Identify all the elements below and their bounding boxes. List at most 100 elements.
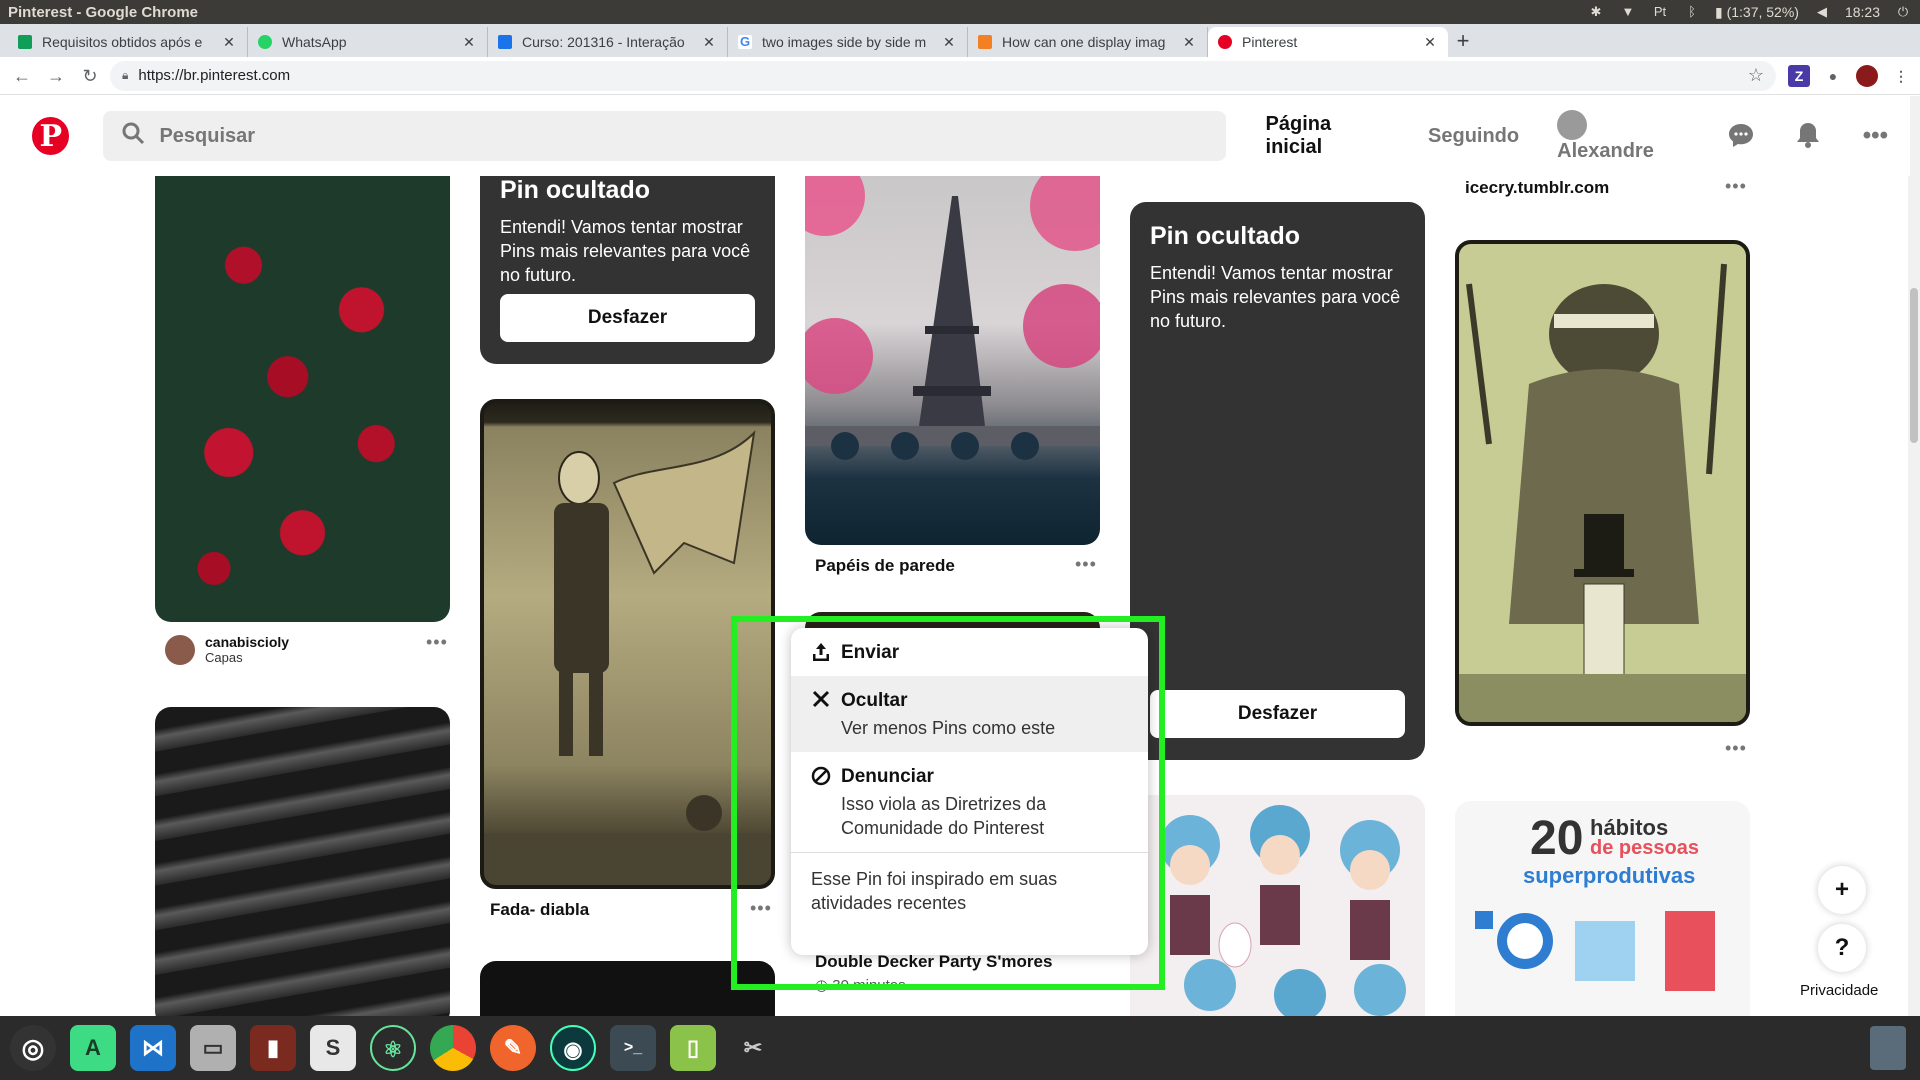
tab-label: Requisitos obtidos após e: [42, 34, 203, 50]
new-tab-button[interactable]: +: [1448, 27, 1478, 57]
settings-icon[interactable]: ✱: [1587, 5, 1605, 19]
close-icon[interactable]: ✕: [1181, 34, 1197, 51]
close-icon[interactable]: ✕: [941, 34, 957, 51]
chrome-icon[interactable]: [430, 1025, 476, 1071]
clock[interactable]: 18:23: [1845, 4, 1880, 20]
pinterest-logo-icon[interactable]: P: [32, 117, 70, 155]
tab-requisitos[interactable]: Requisitos obtidos após e ✕: [8, 27, 248, 57]
address-bar[interactable]: 🔒︎ https://br.pinterest.com ☆: [110, 60, 1776, 91]
nav-following-link[interactable]: Seguindo: [1428, 125, 1519, 148]
gimp-icon[interactable]: ✂: [730, 1025, 776, 1071]
forward-icon[interactable]: →: [42, 62, 70, 90]
undo-button[interactable]: Desfazer: [500, 294, 755, 342]
ubuntu-launcher-icon[interactable]: ◎: [10, 1025, 56, 1071]
power-icon[interactable]: ⏻: [1894, 5, 1912, 19]
scrollbar-thumb[interactable]: [1910, 288, 1918, 443]
notifications-bell-icon[interactable]: [1794, 121, 1823, 151]
reload-icon[interactable]: ↻: [76, 62, 104, 90]
terminal-icon[interactable]: >_: [610, 1025, 656, 1071]
pin-icecry-title[interactable]: icecry.tumblr.com: [1465, 178, 1609, 198]
nav-home-link[interactable]: Página inicial: [1266, 113, 1391, 159]
profile-link[interactable]: Alexandre: [1557, 109, 1688, 163]
files-icon[interactable]: ▭: [190, 1025, 236, 1071]
profile-avatar-icon[interactable]: [1856, 64, 1878, 87]
pin-more-options-icon[interactable]: •••: [426, 632, 448, 653]
close-icon[interactable]: ✕: [1422, 34, 1438, 51]
keyboard-lang[interactable]: Pt: [1651, 5, 1669, 19]
zotero-extension-icon[interactable]: Z: [1788, 64, 1810, 87]
close-icon[interactable]: ✕: [701, 34, 717, 51]
wifi-icon[interactable]: ▼: [1619, 5, 1637, 19]
pin-eiffel-image[interactable]: [805, 176, 1100, 545]
messages-icon[interactable]: [1726, 121, 1755, 151]
pin-habits-image[interactable]: 20 hábitos de pessoas superprodutivas: [1455, 801, 1750, 1016]
atom-icon[interactable]: ⚛: [370, 1025, 416, 1071]
pinterest-icon: [1218, 35, 1232, 49]
privacy-link[interactable]: Privacidade: [1800, 982, 1878, 999]
tab-whatsapp[interactable]: WhatsApp ✕: [248, 27, 488, 57]
book-app-icon[interactable]: ▮: [250, 1025, 296, 1071]
back-icon[interactable]: ←: [8, 62, 36, 90]
block-prohibited-icon: [811, 766, 831, 792]
menu-item-report[interactable]: Denunciar Isso viola as Diretrizes da Co…: [791, 752, 1148, 852]
tab-curso[interactable]: Curso: 201316 - Interação ✕: [488, 27, 728, 57]
add-button[interactable]: +: [1818, 866, 1866, 914]
android-studio-icon[interactable]: A: [70, 1025, 116, 1071]
tab-google-search[interactable]: G two images side by side m ✕: [728, 27, 968, 57]
stackoverflow-icon: [978, 35, 992, 49]
hidden-pin-message: Entendi! Vamos tentar mostrar Pins mais …: [500, 217, 751, 285]
pin-more-options-icon[interactable]: •••: [1725, 738, 1747, 759]
tab-pinterest[interactable]: Pinterest ✕: [1208, 27, 1448, 57]
header-nav: Página inicial Seguindo Alexandre •••: [1266, 109, 1890, 163]
pin-eiffel-title[interactable]: Papéis de parede: [815, 556, 955, 576]
pin-fada-title[interactable]: Fada- diabla: [490, 900, 589, 920]
tab-label: How can one display imag: [1002, 34, 1166, 50]
google-icon: G: [738, 34, 752, 49]
pin-options-menu: Enviar Ocultar Ver menos Pins como este …: [791, 628, 1148, 955]
vscode-icon[interactable]: ⋈: [130, 1025, 176, 1071]
tab-label: two images side by side m: [762, 34, 927, 50]
gitkraken-icon[interactable]: ◉: [550, 1025, 596, 1071]
pin-more-options-icon[interactable]: •••: [1725, 176, 1747, 197]
url-text[interactable]: https://br.pinterest.com: [138, 67, 1747, 84]
extension-icon[interactable]: ●: [1822, 65, 1844, 87]
slack-icon[interactable]: S: [310, 1025, 356, 1071]
close-icon[interactable]: ✕: [461, 34, 477, 51]
lock-icon[interactable]: 🔒︎: [122, 68, 128, 83]
avatar: [1557, 109, 1588, 140]
pin-more-options-icon[interactable]: •••: [1075, 554, 1097, 575]
more-options-icon[interactable]: •••: [1861, 121, 1890, 151]
close-icon[interactable]: ✕: [221, 34, 237, 51]
pin-more-options-icon[interactable]: •••: [750, 898, 772, 919]
menu-item-hide[interactable]: Ocultar Ver menos Pins como este: [791, 676, 1148, 752]
volume-icon[interactable]: ◀: [1813, 5, 1831, 19]
info-message: Esse Pin foi inspirado em suas atividade…: [811, 869, 1058, 913]
chrome-menu-icon[interactable]: ⋮: [1890, 65, 1912, 87]
bookmark-star-icon[interactable]: ☆: [1748, 65, 1764, 86]
menu-item-send[interactable]: Enviar: [791, 628, 1148, 676]
bluetooth-icon[interactable]: ᛒ: [1683, 5, 1701, 19]
trash-icon[interactable]: [1870, 1026, 1906, 1070]
pin-roses-image[interactable]: [155, 176, 450, 622]
search-bar[interactable]: Pesquisar: [103, 111, 1226, 161]
help-button[interactable]: ?: [1818, 924, 1866, 972]
search-input[interactable]: Pesquisar: [159, 125, 255, 148]
pin-roses-user[interactable]: canabiscioly Capas: [165, 634, 289, 665]
undo-button[interactable]: Desfazer: [1150, 690, 1405, 738]
pin-fada-image[interactable]: [480, 399, 775, 889]
pin-dark-image[interactable]: [480, 961, 775, 1016]
pin-smores-title[interactable]: Double Decker Party S'mores: [815, 952, 1052, 972]
page-scrollbar[interactable]: [1908, 96, 1920, 1016]
pin-anime-image[interactable]: [1130, 795, 1425, 1016]
pin-smores-time: ◷ 30 minutos: [815, 977, 906, 994]
tab-strip: Requisitos obtidos após e ✕ WhatsApp ✕ C…: [0, 24, 1920, 57]
inkscape-icon[interactable]: ✎: [490, 1025, 536, 1071]
pin-monster-image[interactable]: [1455, 240, 1750, 726]
notes-app-icon[interactable]: ▯: [670, 1025, 716, 1071]
battery-status[interactable]: ▮ (1:37, 52%): [1715, 4, 1799, 21]
whatsapp-icon: [258, 35, 272, 49]
tab-stackoverflow[interactable]: How can one display imag ✕: [968, 27, 1208, 57]
avatar: [165, 634, 195, 665]
pin-abstract-image[interactable]: [155, 707, 450, 1016]
hidden-pin-title: Pin ocultado: [500, 176, 650, 204]
